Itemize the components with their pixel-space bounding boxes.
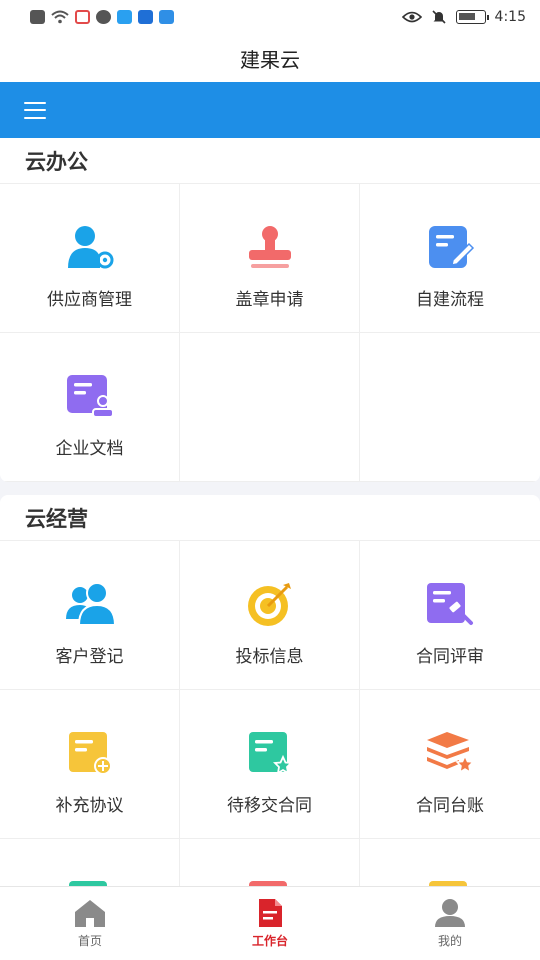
grid-item-label: 供应商管理 [47, 290, 132, 310]
alert-icon [30, 10, 45, 24]
grid-empty-cell [360, 333, 540, 482]
ball-app-icon [96, 10, 111, 24]
app-title-bar: 建果云 [0, 34, 540, 82]
tab-workbench[interactable]: 工作台 [180, 887, 360, 960]
cloud-app-icon [159, 10, 174, 24]
battery-icon [455, 10, 489, 24]
home-icon [75, 900, 105, 927]
grid-item-label: 合同台账 [416, 796, 484, 816]
grid-item-custom-process[interactable]: 自建流程 [360, 184, 540, 333]
grid-item-label: 自建流程 [416, 290, 484, 310]
grid-item-bidding-info[interactable]: 投标信息 [180, 541, 360, 690]
app-title: 建果云 [240, 47, 300, 72]
grid-item-supplementary-agreement[interactable]: 补充协议 [0, 690, 180, 839]
grid-item-contract-review[interactable]: 合同评审 [360, 541, 540, 690]
section-title: 云经营 [0, 495, 540, 541]
section-cloud-business: 云经营 客户登记 投标信息 合同评审 补充协议 待移交合同 合同台账 [0, 495, 540, 895]
bulb-app-icon [138, 10, 153, 24]
section-cloud-office: 云办公 供应商管理 盖章申请 自建流程 企业文档 [0, 138, 540, 482]
grid-item-pending-transfer-contract[interactable]: 待移交合同 [180, 690, 360, 839]
tab-label: 首页 [77, 934, 102, 948]
grid-item-contract-ledger[interactable]: 合同台账 [360, 690, 540, 839]
toolbar [0, 82, 540, 138]
contract-ledger-icon [427, 732, 475, 774]
tab-label: 工作台 [251, 934, 288, 948]
grid-item-customer-registration[interactable]: 客户登记 [0, 541, 180, 690]
search-app-icon [117, 10, 132, 24]
tab-profile[interactable]: 我的 [360, 887, 540, 960]
notification-icons [30, 10, 174, 24]
tab-home[interactable]: 首页 [0, 887, 180, 960]
stamp-icon [248, 226, 291, 268]
grid-item-label: 合同评审 [416, 647, 484, 667]
grid-item-enterprise-document[interactable]: 企业文档 [0, 333, 180, 482]
status-time: 4:15 [494, 9, 526, 25]
profile-icon [435, 899, 465, 927]
bottom-tab-bar: 首页 工作台 我的 [0, 886, 540, 960]
pending-contract-icon [248, 732, 293, 775]
wifi-icon [51, 10, 69, 24]
grid-empty-cell [180, 333, 360, 482]
red-app-icon [75, 10, 90, 24]
grid-item-label: 投标信息 [235, 647, 304, 667]
mute-icon [431, 10, 446, 24]
grid-item-label: 补充协议 [55, 796, 124, 816]
grid-item-stamp-application[interactable]: 盖章申请 [180, 184, 360, 333]
target-icon [247, 583, 291, 626]
eye-icon [401, 11, 422, 23]
menu-icon[interactable] [24, 101, 46, 119]
grid-item-label: 盖章申请 [235, 290, 304, 310]
grid-item-label: 待移交合同 [227, 796, 312, 816]
enterprise-document-icon [66, 375, 114, 418]
supplement-agreement-icon [68, 732, 112, 775]
grid-item-supplier-management[interactable]: 供应商管理 [0, 184, 180, 333]
edit-document-icon [429, 226, 475, 268]
supplier-management-icon [67, 226, 113, 269]
section-title: 云办公 [0, 138, 540, 184]
customers-icon [65, 582, 115, 626]
tab-label: 我的 [437, 934, 462, 948]
contract-review-icon [427, 583, 473, 625]
grid-item-label: 客户登记 [55, 647, 124, 667]
workbench-icon [259, 899, 282, 927]
grid-item-label: 企业文档 [55, 439, 124, 459]
status-bar: 4:15 [0, 0, 540, 34]
